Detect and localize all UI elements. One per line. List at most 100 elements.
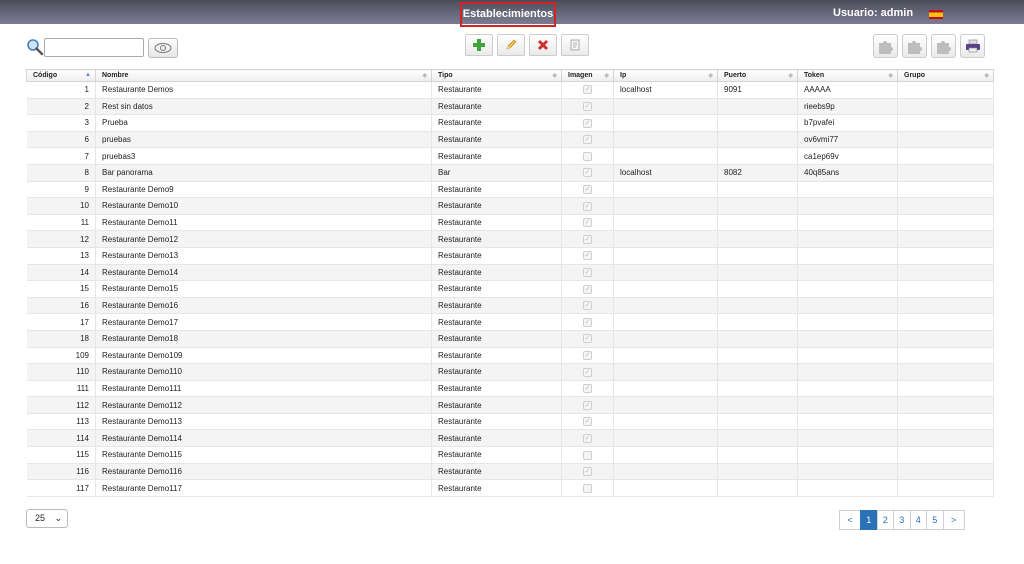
imagen-checkbox[interactable]: ✓ [583,317,592,327]
imagen-checkbox[interactable] [583,483,592,493]
cell-puerto [717,463,798,481]
imagen-checkbox[interactable]: ✓ [583,251,592,261]
imagen-checkbox[interactable]: ✓ [583,350,592,360]
table-row[interactable]: 115 Restaurante Demo115 Restaurante [26,446,994,464]
export-button[interactable] [561,34,589,56]
table-row[interactable]: 1 Restaurante Demos Restaurante ✓ localhost 9… [26,81,994,99]
column-header-codigo[interactable]: Código ▲ [26,69,96,82]
table-row[interactable]: 7 pruebas3 Restaurante ca1ep69v [26,147,994,165]
plugin-button-2[interactable] [902,34,927,58]
imagen-checkbox[interactable]: ✓ [583,85,592,95]
cell-grupo [897,313,994,331]
sort-icon: ◆ [984,73,989,79]
plugin-button-3[interactable] [931,34,956,58]
cell-nombre: pruebas [95,131,432,149]
page-prev[interactable]: < [839,510,861,530]
imagen-checkbox[interactable]: ✓ [583,284,592,294]
table-row[interactable]: 113 Restaurante Demo113 Restaurante ✓ [26,413,994,431]
column-header-grupo[interactable]: Grupo ◆ [897,69,994,82]
imagen-checkbox[interactable]: ✓ [583,234,592,244]
cell-ip: localhost [613,164,718,182]
cell-codigo: 7 [26,147,96,165]
table-row[interactable]: 9 Restaurante Demo9 Restaurante ✓ [26,181,994,199]
table-row[interactable]: 111 Restaurante Demo111 Restaurante ✓ [26,380,994,398]
column-header-imagen[interactable]: Imagen ◆ [561,69,614,82]
page-size-select[interactable]: 25 ⌄ [26,509,68,528]
search-icon[interactable] [26,38,44,56]
imagen-checkbox[interactable]: ✓ [583,201,592,211]
table-row[interactable]: 15 Restaurante Demo15 Restaurante ✓ [26,280,994,298]
table-row[interactable]: 11 Restaurante Demo11 Restaurante ✓ [26,214,994,232]
delete-button[interactable] [529,34,557,56]
page-2[interactable]: 2 [876,510,894,530]
cell-ip [613,396,718,414]
imagen-checkbox[interactable]: ✓ [583,334,592,344]
table-row[interactable]: 112 Restaurante Demo112 Restaurante ✓ [26,396,994,414]
table-row[interactable]: 18 Restaurante Demo18 Restaurante ✓ [26,330,994,348]
spain-flag-icon[interactable] [929,10,943,19]
imagen-checkbox[interactable]: ✓ [583,301,592,311]
cell-codigo: 1 [26,81,96,99]
page-4[interactable]: 4 [909,510,927,530]
imagen-checkbox[interactable]: ✓ [583,384,592,394]
table-body: 1 Restaurante Demos Restaurante ✓ localhost 9… [26,81,994,497]
cell-puerto [717,429,798,448]
table-row[interactable]: 10 Restaurante Demo10 Restaurante ✓ [26,197,994,215]
imagen-checkbox[interactable]: ✓ [583,367,592,377]
table-row[interactable]: 3 Prueba Restaurante ✓ b7pvafei [26,114,994,132]
table-row[interactable]: 12 Restaurante Demo12 Restaurante ✓ [26,230,994,248]
imagen-checkbox[interactable]: ✓ [583,135,592,145]
table-row[interactable]: 6 pruebas Restaurante ✓ ov6vmi77 [26,131,994,149]
table-row[interactable]: 16 Restaurante Demo16 Restaurante ✓ [26,297,994,315]
imagen-checkbox[interactable]: ✓ [583,102,592,112]
table-row[interactable]: 13 Restaurante Demo13 Restaurante ✓ [26,247,994,265]
table-row[interactable]: 14 Restaurante Demo14 Restaurante ✓ [26,264,994,282]
add-button[interactable] [465,34,493,56]
table-row[interactable]: 117 Restaurante Demo117 Restaurante [26,479,994,497]
table-row[interactable]: 116 Restaurante Demo116 Restaurante ✓ [26,463,994,481]
imagen-checkbox[interactable]: ✓ [583,400,592,410]
cell-codigo: 16 [26,297,96,315]
cell-token [797,446,898,464]
imagen-checkbox[interactable]: ✓ [583,417,592,427]
table-row[interactable]: 109 Restaurante Demo109 Restaurante ✓ [26,347,994,365]
table-row[interactable]: 8 Bar panorama Bar ✓ localhost 8082 40q85ans [26,164,994,182]
column-header-nombre[interactable]: Nombre ◆ [95,69,432,82]
imagen-checkbox[interactable]: ✓ [583,268,592,278]
cell-token [797,313,898,331]
cell-codigo: 3 [26,114,96,132]
imagen-checkbox[interactable]: ✓ [583,467,592,477]
imagen-checkbox[interactable]: ✓ [583,185,592,195]
imagen-checkbox[interactable] [583,151,592,161]
imagen-checkbox[interactable]: ✓ [583,218,592,228]
table-row[interactable]: 110 Restaurante Demo110 Restaurante ✓ [26,363,994,381]
cell-grupo [897,363,994,381]
cell-token [797,380,898,398]
view-button[interactable] [148,38,178,58]
page-1[interactable]: 1 [860,510,878,530]
page-next[interactable]: > [942,510,965,530]
cell-tipo: Bar [431,164,562,182]
column-header-ip[interactable]: Ip ◆ [613,69,718,82]
table-row[interactable]: 114 Restaurante Demo114 Restaurante ✓ [26,429,994,448]
imagen-checkbox[interactable] [583,450,592,460]
print-button[interactable] [960,34,985,58]
page-3[interactable]: 3 [893,510,911,530]
user-label[interactable]: Usuario: admin [833,7,913,19]
column-header-tipo[interactable]: Tipo ◆ [431,69,562,82]
cell-grupo [897,413,994,431]
page-5[interactable]: 5 [926,510,944,530]
table-row[interactable]: 2 Rest sin datos Restaurante ✓ rieebs9p [26,98,994,116]
cell-token [797,429,898,448]
imagen-checkbox[interactable]: ✓ [583,168,592,178]
table-row[interactable]: 17 Restaurante Demo17 Restaurante ✓ [26,313,994,331]
cell-grupo [897,197,994,215]
search-input[interactable] [44,38,144,57]
edit-button[interactable] [497,34,525,56]
imagen-checkbox[interactable]: ✓ [583,118,592,128]
cell-nombre: Restaurante Demo110 [95,363,432,381]
imagen-checkbox[interactable]: ✓ [583,433,592,443]
column-header-puerto[interactable]: Puerto ◆ [717,69,798,82]
plugin-button-1[interactable] [873,34,898,58]
column-header-token[interactable]: Token ◆ [797,69,898,82]
